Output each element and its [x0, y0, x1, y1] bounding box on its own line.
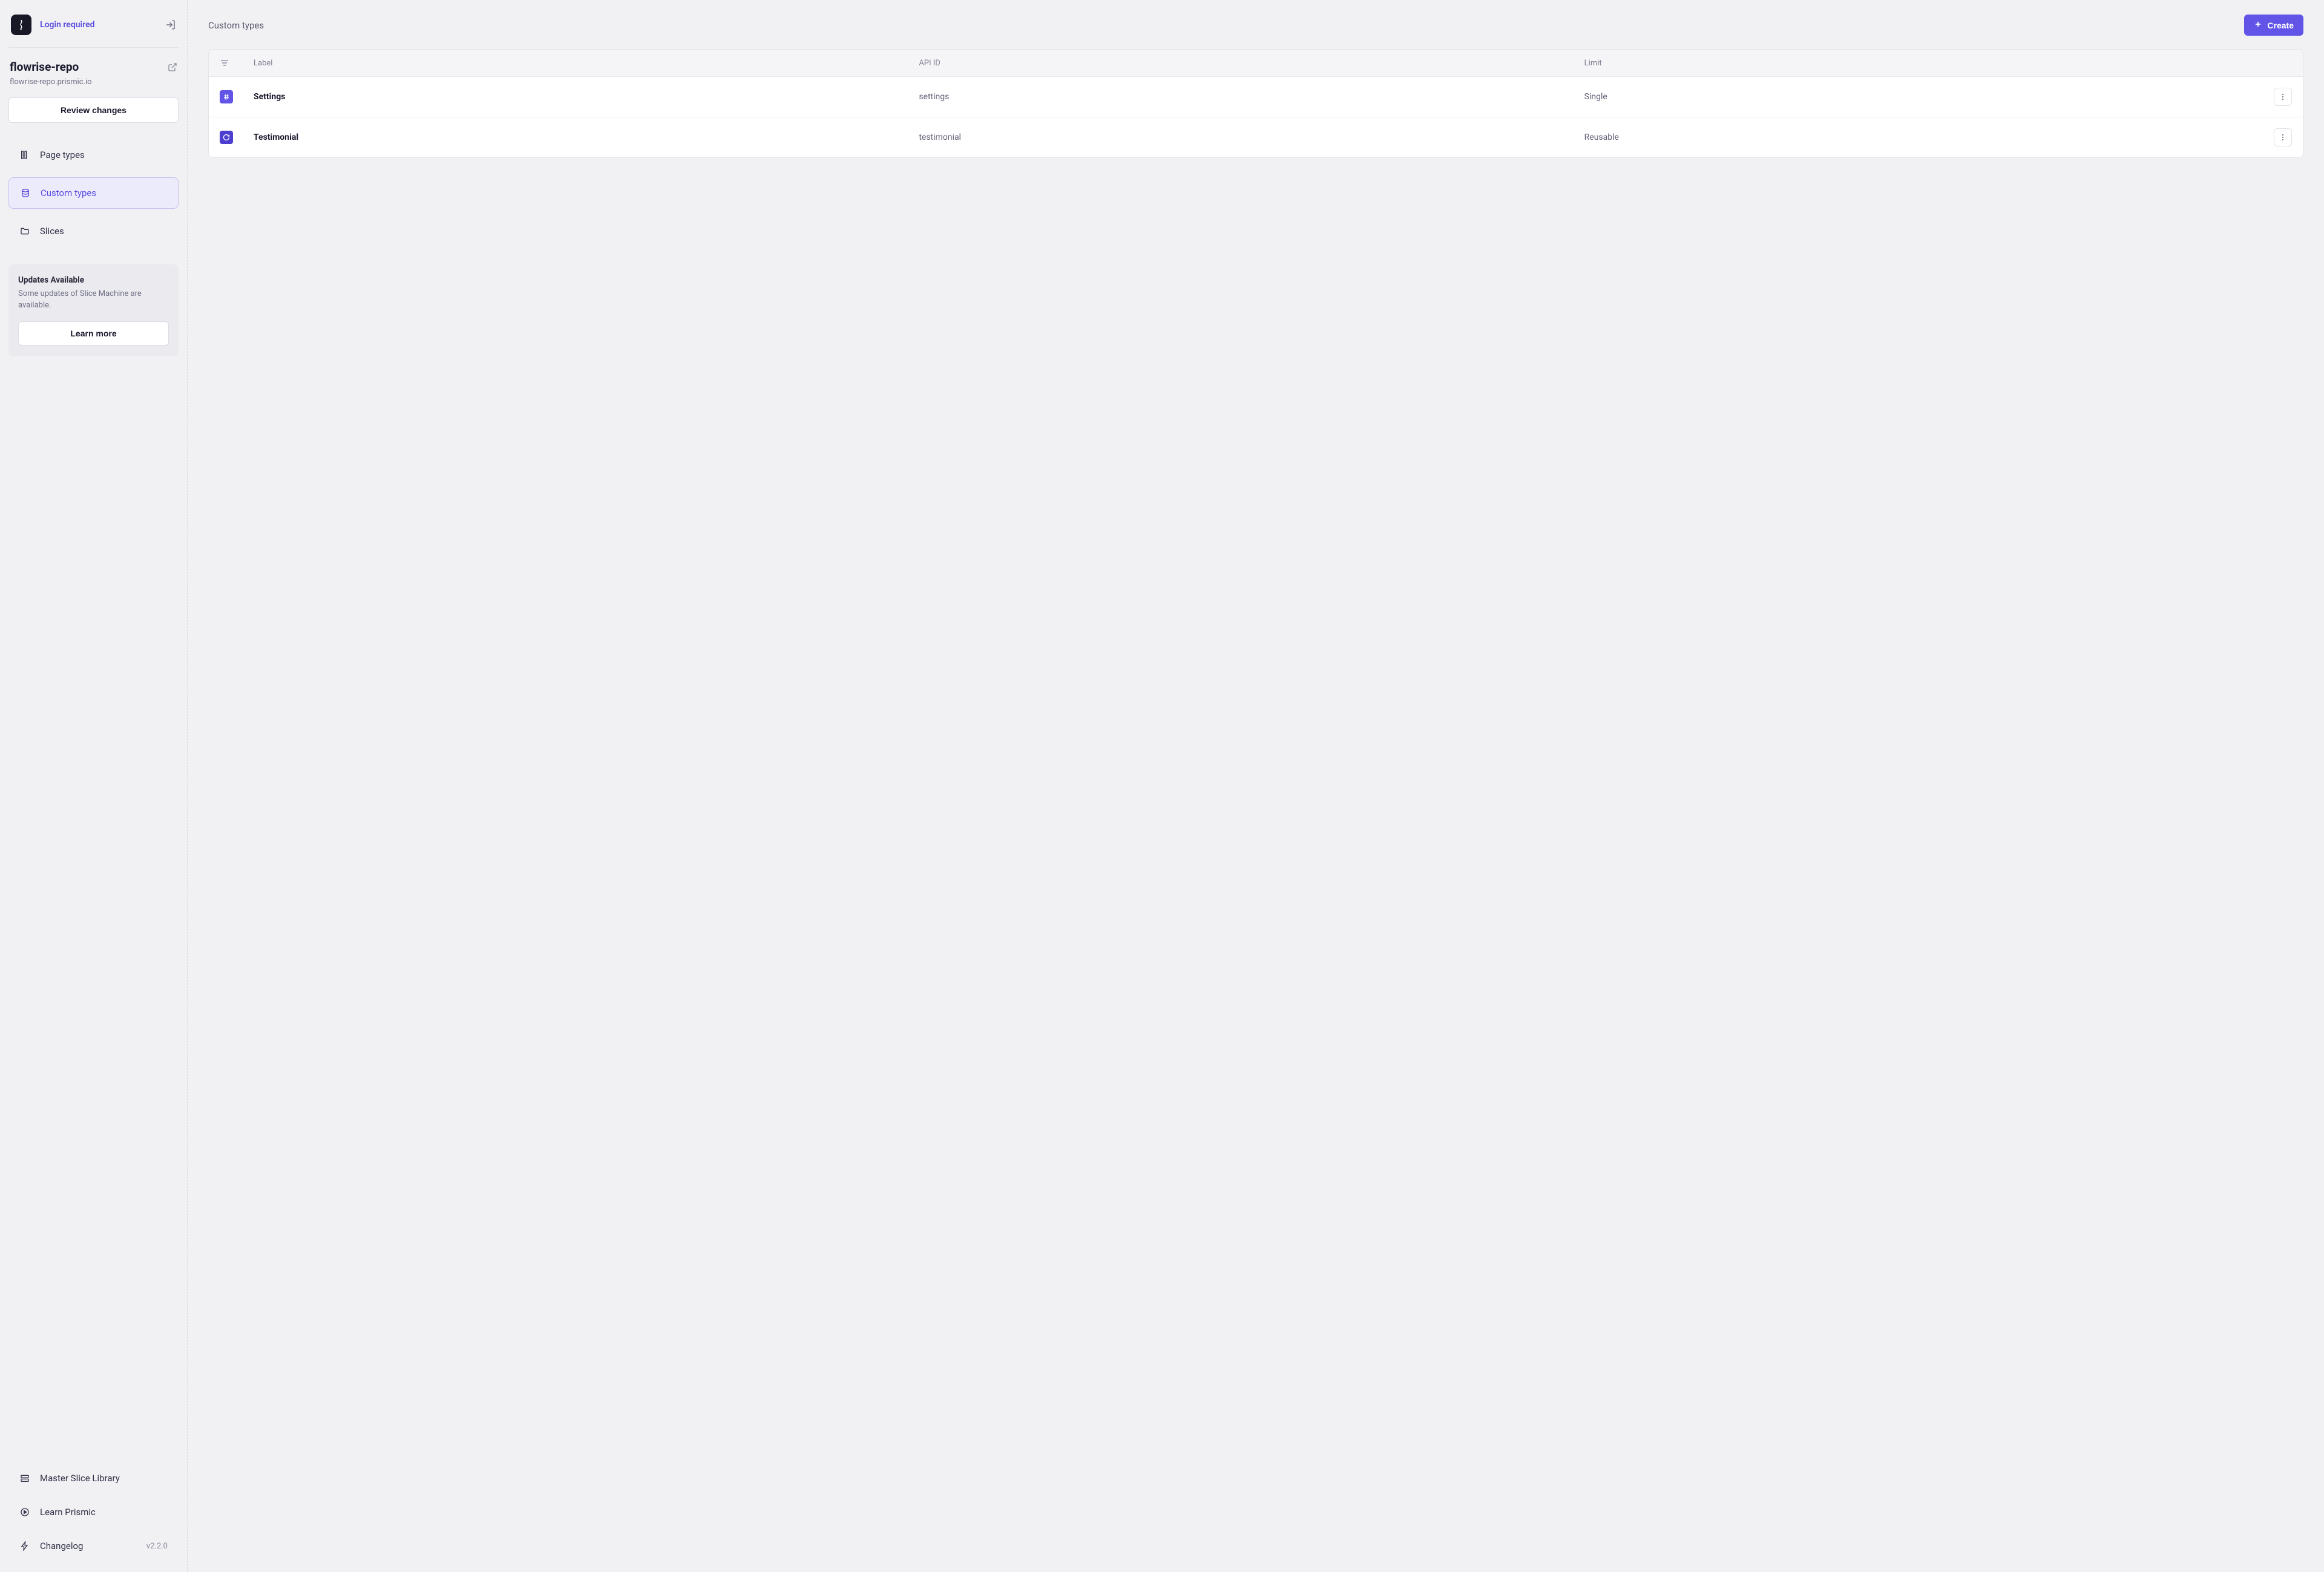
nav-item-slices[interactable]: Slices	[8, 216, 179, 246]
external-link-icon[interactable]	[168, 62, 177, 72]
page-title: Custom types	[208, 20, 264, 31]
create-button[interactable]: Create	[2244, 15, 2303, 36]
row-menu-button[interactable]	[2274, 128, 2292, 146]
database-icon	[20, 188, 31, 198]
row-label: Testimonial	[254, 133, 919, 142]
review-changes-button[interactable]: Review changes	[8, 97, 179, 123]
bottom-item-changelog[interactable]: Changelog v2.2.0	[8, 1532, 179, 1560]
logout-icon[interactable]	[165, 19, 176, 30]
repo-block: flowrise-repo flowrise-repo.prismic.io	[8, 48, 179, 97]
app-logo-icon	[11, 15, 31, 35]
create-button-label: Create	[2267, 21, 2294, 30]
version-label: v2.2.0	[146, 1542, 168, 1551]
login-row[interactable]: Login required	[8, 10, 179, 48]
stack-icon	[19, 1473, 30, 1483]
bottom-item-label: Master Slice Library	[40, 1473, 120, 1484]
hash-icon	[220, 90, 233, 103]
nav-item-page-types[interactable]: Page types	[8, 140, 179, 170]
updates-card: Updates Available Some updates of Slice …	[8, 264, 179, 356]
table-row[interactable]: Testimonial testimonial Reusable	[209, 117, 2303, 157]
updates-title: Updates Available	[18, 275, 169, 285]
row-limit: Single	[1584, 92, 2250, 102]
col-api: API ID	[919, 59, 1584, 68]
bottom-item-label: Changelog	[40, 1541, 83, 1551]
row-menu-button[interactable]	[2274, 88, 2292, 106]
nav-item-custom-types[interactable]: Custom types	[8, 177, 179, 209]
bottom-item-learn[interactable]: Learn Prismic	[8, 1498, 179, 1526]
repo-url: flowrise-repo.prismic.io	[10, 77, 177, 87]
sort-icon[interactable]	[220, 58, 254, 68]
updates-description: Some updates of Slice Machine are availa…	[18, 289, 169, 312]
repo-name: flowrise-repo	[10, 60, 79, 74]
refresh-icon	[220, 131, 233, 144]
layout-icon	[19, 150, 30, 160]
bottom-nav: Master Slice Library Learn Prismic Chang…	[8, 1464, 179, 1560]
row-limit: Reusable	[1584, 133, 2250, 142]
folder-icon	[19, 226, 30, 236]
main-nav: Page types Custom types Slices	[8, 140, 179, 246]
table-row[interactable]: Settings settings Single	[209, 77, 2303, 117]
sidebar: Login required flowrise-repo flowrise-re…	[0, 0, 188, 1572]
bottom-item-master-slice[interactable]: Master Slice Library	[8, 1464, 179, 1492]
bottom-item-label: Learn Prismic	[40, 1507, 96, 1518]
row-api: testimonial	[919, 133, 1584, 142]
col-limit: Limit	[1584, 59, 2250, 68]
main-content: Custom types Create Label API ID Limit	[188, 0, 2324, 1572]
row-api: settings	[919, 92, 1584, 102]
nav-label: Page types	[40, 149, 85, 160]
lightning-icon	[19, 1541, 30, 1551]
nav-label: Slices	[40, 226, 64, 237]
play-circle-icon	[19, 1507, 30, 1517]
row-label: Settings	[254, 92, 919, 102]
custom-types-table: Label API ID Limit Settings settings Sin…	[208, 49, 2303, 158]
login-required-label: Login required	[40, 20, 157, 30]
table-header: Label API ID Limit	[209, 50, 2303, 77]
nav-label: Custom types	[41, 188, 96, 198]
learn-more-button[interactable]: Learn more	[18, 321, 169, 346]
plus-icon	[2254, 20, 2262, 30]
col-label: Label	[254, 59, 919, 68]
